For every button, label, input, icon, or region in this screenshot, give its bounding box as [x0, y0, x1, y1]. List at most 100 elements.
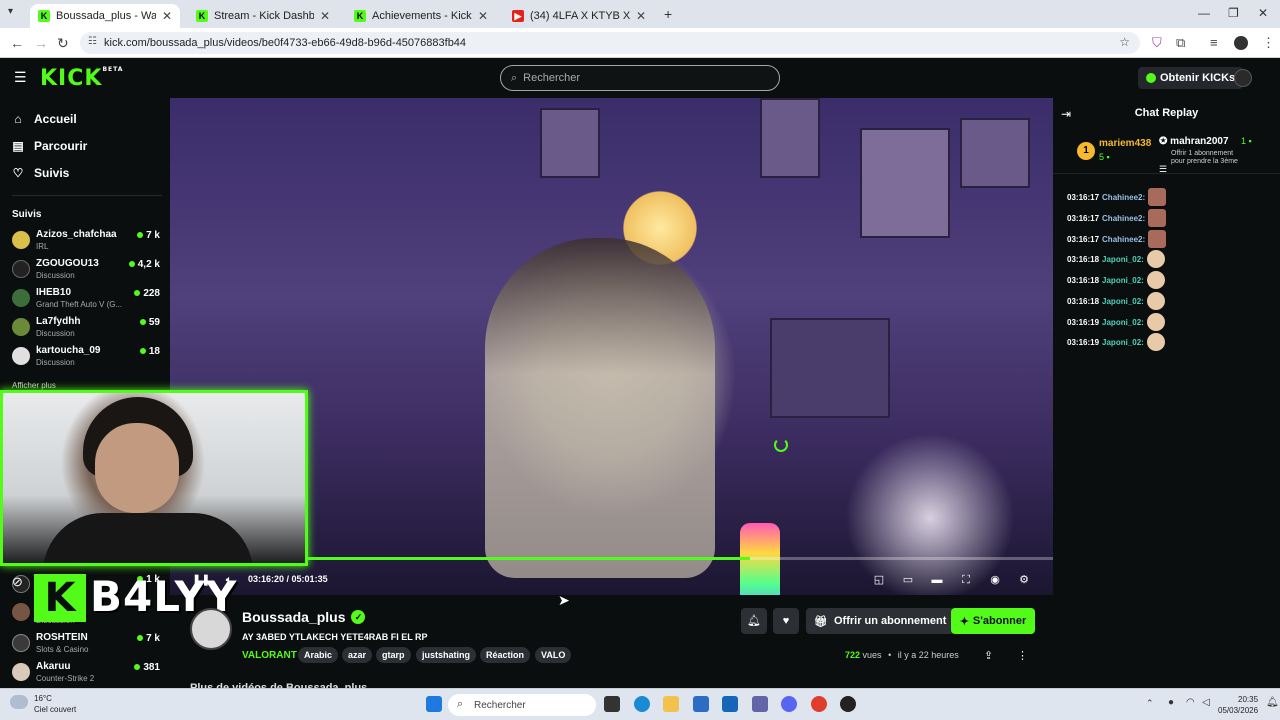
- followed-channel[interactable]: ZGOUGOU13 Discussion 4,2 k: [12, 258, 160, 286]
- site-info-icon[interactable]: ☷: [88, 36, 97, 47]
- followed-channel[interactable]: Akaruu Counter-Strike 2 381: [12, 661, 160, 689]
- message-user[interactable]: Japoni_02:: [1102, 318, 1144, 327]
- new-tab-icon[interactable]: +: [664, 6, 672, 22]
- theater-mode-icon[interactable]: ▬: [930, 573, 944, 587]
- followed-channel[interactable]: kartoucha_09 Discussion 18: [12, 345, 160, 373]
- message-user[interactable]: Chahinee2:: [1102, 193, 1145, 202]
- miniplayer-icon[interactable]: ◱: [872, 573, 886, 587]
- nav-suivis[interactable]: ♡ Suivis: [12, 166, 70, 180]
- bookmark-star-icon[interactable]: ☆: [1119, 35, 1130, 49]
- followed-channel[interactable]: Azizos_chafchaa IRL 7 k: [12, 229, 160, 257]
- channel-name[interactable]: Boussada_plus: [242, 609, 345, 625]
- edge-icon[interactable]: [634, 696, 650, 712]
- notifications-icon[interactable]: 🔔︎: [1266, 697, 1279, 708]
- gifter-name[interactable]: mahran2007: [1170, 136, 1228, 147]
- url-field[interactable]: ☷ kick.com/boussada_plus/videos/be0f4733…: [80, 32, 1140, 54]
- weather-widget[interactable]: 16°C Ciel couvert: [10, 693, 76, 715]
- close-window-icon[interactable]: ✕: [1258, 6, 1268, 20]
- forward-icon[interactable]: →: [34, 35, 48, 51]
- close-tab-icon[interactable]: ✕: [636, 9, 646, 23]
- expand-leaderboard-icon[interactable]: ☰: [1159, 164, 1167, 175]
- followed-channel[interactable]: IHEB10 Grand Theft Auto V (G... 228: [12, 287, 160, 315]
- search-input[interactable]: ⌕ Rechercher: [500, 65, 780, 91]
- notification-bell-button[interactable]: 🔔︎: [741, 608, 767, 634]
- live-dot-icon: [128, 261, 135, 267]
- close-tab-icon[interactable]: ✕: [162, 9, 172, 23]
- hamburger-menu-icon[interactable]: ☰: [14, 69, 27, 86]
- browser-tab[interactable]: ▶ (34) 4LFA X KTYB X Mahdi Mac ✕: [504, 4, 654, 28]
- show-more-link[interactable]: Afficher plus: [12, 381, 56, 390]
- user-avatar[interactable]: [1234, 69, 1252, 87]
- discord-icon[interactable]: [781, 696, 797, 712]
- tag[interactable]: justshating: [416, 647, 477, 663]
- message-user[interactable]: Japoni_02:: [1102, 297, 1144, 306]
- extensions-puzzle-icon[interactable]: ⧉: [1176, 35, 1185, 51]
- profile-avatar[interactable]: [1234, 36, 1248, 50]
- gift-subscription-button[interactable]: 🎁︎ Offrir un abonnement: [806, 608, 955, 634]
- chrome-icon[interactable]: [811, 696, 827, 712]
- system-clock[interactable]: 20:35 05/03/2026: [1218, 694, 1258, 716]
- close-tab-icon[interactable]: ✕: [478, 9, 488, 23]
- file-explorer-icon[interactable]: [663, 696, 679, 712]
- windows-start-icon[interactable]: [426, 696, 442, 712]
- nav-accueil[interactable]: ⌂ Accueil: [12, 112, 76, 126]
- clip-icon[interactable]: ▭: [901, 573, 915, 587]
- share-icon[interactable]: ⇪: [984, 649, 993, 662]
- app-icon[interactable]: [840, 696, 856, 712]
- message-user[interactable]: Chahinee2:: [1102, 214, 1145, 223]
- tag[interactable]: gtarp: [376, 647, 411, 663]
- browser-tab-active[interactable]: K Boussada_plus - Watch the VO ✕: [30, 4, 180, 28]
- playback-speed-icon[interactable]: ◉: [988, 573, 1002, 587]
- close-tab-icon[interactable]: ✕: [320, 9, 330, 23]
- browser-menu-icon[interactable]: ⋮: [1262, 35, 1275, 51]
- browser-tab[interactable]: K Stream - Kick Dashboard ✕: [188, 4, 338, 28]
- speaker-icon[interactable]: ◁: [1202, 697, 1210, 708]
- taskbar-search-input[interactable]: ⌕ Rechercher: [448, 694, 596, 716]
- followed-channel[interactable]: La7fydhh Discussion 59: [12, 316, 160, 344]
- fullscreen-icon[interactable]: ⛶: [959, 573, 973, 587]
- emote-icon: [1148, 188, 1167, 206]
- teams-icon[interactable]: [752, 696, 768, 712]
- volume-icon[interactable]: 🔈︎: [222, 573, 236, 587]
- tag[interactable]: Arabic: [298, 647, 339, 663]
- youtube-favicon-icon: ▶: [512, 10, 524, 22]
- store-icon[interactable]: [693, 696, 709, 712]
- reload-icon[interactable]: ↻: [57, 35, 69, 52]
- maximize-icon[interactable]: ❐: [1228, 6, 1239, 20]
- message-user[interactable]: Japoni_02:: [1102, 338, 1144, 347]
- tag[interactable]: Réaction: [480, 647, 531, 663]
- outlook-icon[interactable]: [722, 696, 738, 712]
- reading-list-icon[interactable]: ≡: [1210, 35, 1218, 50]
- minimize-icon[interactable]: —: [1198, 6, 1210, 20]
- avatar: [12, 318, 30, 336]
- followed-channel[interactable]: ROSHTEIN Slots & Casino 7 k: [12, 632, 160, 660]
- message-user[interactable]: Japoni_02:: [1102, 276, 1144, 285]
- channel-avatar[interactable]: [190, 608, 232, 650]
- tray-chevron-icon[interactable]: ⌃: [1146, 698, 1154, 709]
- more-options-icon[interactable]: ⋮: [1017, 649, 1028, 662]
- tag[interactable]: VALO: [535, 647, 572, 663]
- video-progress-bar[interactable]: [305, 557, 1053, 560]
- tab-list-icon[interactable]: ▾: [8, 6, 13, 17]
- back-icon[interactable]: ←: [10, 35, 24, 51]
- subscribe-button[interactable]: ✦ S'abonner: [951, 608, 1035, 634]
- pause-icon[interactable]: ❚❚: [192, 573, 210, 587]
- top-gifter-name[interactable]: mariem438: [1099, 138, 1151, 149]
- microphone-icon[interactable]: ●: [1168, 697, 1174, 708]
- chat-message: 03:16:17 Chahinee2:: [1067, 209, 1167, 227]
- settings-gear-icon[interactable]: ⚙: [1017, 573, 1031, 587]
- browser-tab[interactable]: K Achievements - Kick Dashboard ✕: [346, 4, 496, 28]
- task-view-icon[interactable]: [604, 696, 620, 712]
- follow-heart-button[interactable]: ♥: [773, 608, 799, 634]
- kick-logo[interactable]: KICKBETA: [40, 66, 123, 91]
- wifi-icon[interactable]: ◠: [1186, 697, 1195, 708]
- nav-label: Parcourir: [34, 139, 88, 153]
- nav-parcourir[interactable]: ▤ Parcourir: [12, 139, 87, 153]
- message-user[interactable]: Chahinee2:: [1102, 235, 1145, 244]
- obtain-kicks-button[interactable]: Obtenir KICKs: [1138, 67, 1244, 89]
- tag[interactable]: azar: [342, 647, 373, 663]
- live-dot-icon: [134, 290, 141, 296]
- game-category-link[interactable]: VALORANT: [242, 650, 297, 661]
- extension-shield-icon[interactable]: ⛉: [1152, 35, 1162, 51]
- message-user[interactable]: Japoni_02:: [1102, 255, 1144, 264]
